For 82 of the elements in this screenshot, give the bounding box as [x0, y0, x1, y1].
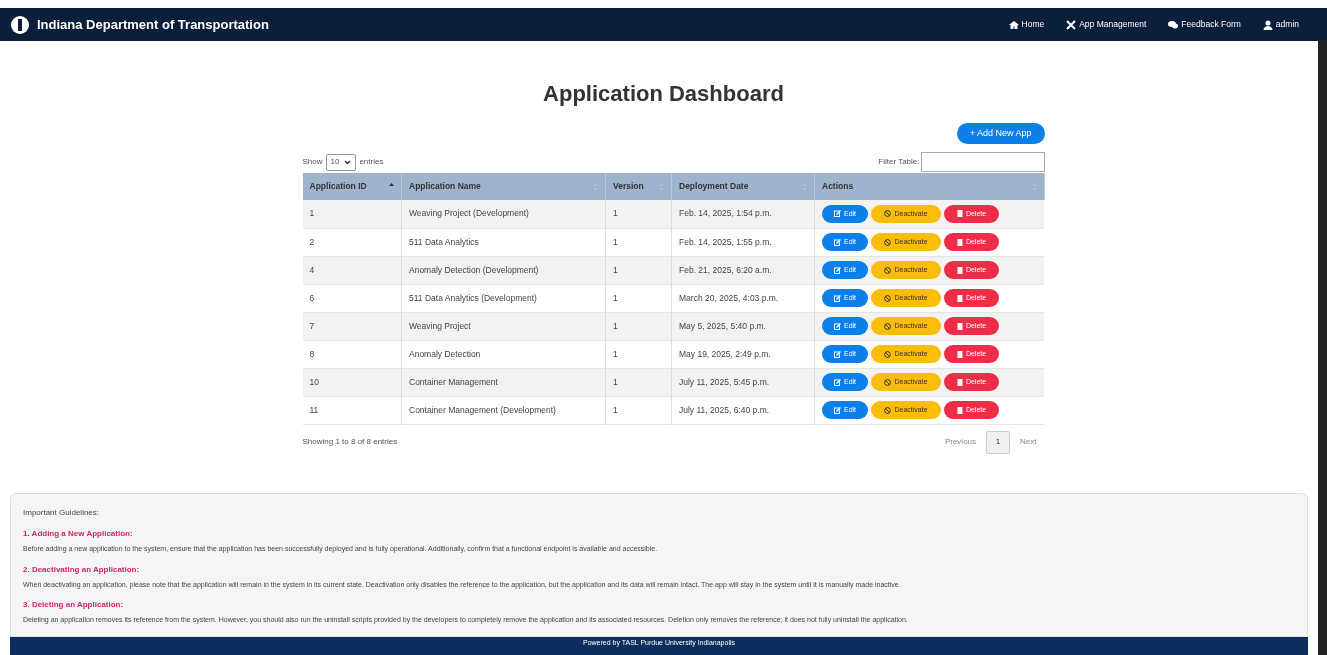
edit-icon — [833, 378, 841, 386]
show-label: Show — [302, 156, 323, 168]
edit-icon — [833, 210, 841, 218]
nav-link[interactable]: admin — [1262, 18, 1299, 31]
table-cell: Feb. 14, 2025, 1:55 p.m. — [671, 228, 815, 256]
filter-field[interactable] — [920, 152, 1045, 172]
table-cell: 10 — [302, 368, 402, 396]
delete-icon — [956, 266, 963, 274]
delete-icon — [956, 294, 963, 302]
delete-icon — [956, 322, 963, 330]
deactivate-icon — [884, 322, 892, 330]
table-cell: Anomaly Detection (Development) — [401, 256, 606, 284]
section-heading: 1. Adding a New Application: — [23, 528, 134, 540]
edit-icon — [833, 294, 841, 302]
table-cell: 1 — [302, 200, 402, 228]
table-cell: May 5, 2025, 5:40 p.m. — [671, 312, 815, 340]
table-cell: Feb. 14, 2025, 1:54 p.m. — [671, 200, 815, 228]
table-cell: 7 — [302, 312, 402, 340]
user-icon — [1262, 19, 1273, 30]
edit-icon — [833, 406, 841, 414]
table-cell: Feb. 21, 2025, 6:20 a.m. — [671, 256, 815, 284]
delete-icon — [956, 238, 963, 246]
entries-select[interactable]: 10 — [325, 153, 357, 171]
table-cell: 1 — [605, 256, 672, 284]
table-cell: 1 — [605, 312, 672, 340]
table-cell: 511 Data Analytics (Development) — [401, 284, 606, 312]
filter-label: Filter Table: — [878, 156, 920, 168]
table-cell: 1 — [605, 340, 672, 368]
add-app-button[interactable]: + Add New App — [956, 123, 1045, 144]
table-cell: 4 — [302, 256, 402, 284]
guidelines-title: Important Guidelines: — [23, 507, 101, 519]
delete-icon — [956, 210, 963, 218]
brand-title[interactable]: Indiana Department of Transportation — [37, 14, 269, 35]
entries-label: entries — [359, 156, 384, 168]
nav-link[interactable]: Feedback Form — [1168, 18, 1241, 31]
edit-icon — [833, 238, 841, 246]
table-cell: 1 — [605, 368, 672, 396]
table-cell: July 11, 2025, 6:40 p.m. — [671, 396, 815, 424]
table-cell: 6 — [302, 284, 402, 312]
table-cell: March 20, 2025, 4:03 p.m. — [671, 284, 815, 312]
deactivate-icon — [884, 294, 892, 302]
delete-icon — [956, 378, 963, 386]
edit-icon — [833, 266, 841, 274]
deactivate-icon — [884, 350, 892, 358]
table-cell: Weaving Project — [401, 312, 606, 340]
table-cell: 1 — [605, 284, 672, 312]
nav-link[interactable]: Home — [1008, 18, 1045, 31]
deactivate-icon — [884, 210, 892, 218]
chat-icon — [1168, 19, 1179, 30]
table-cell: Anomaly Detection — [401, 340, 606, 368]
edit-icon — [833, 350, 841, 358]
table-cell: 1 — [605, 228, 672, 256]
table-cell: 2 — [302, 228, 402, 256]
logo-icon — [10, 14, 30, 35]
deactivate-icon — [884, 406, 892, 414]
edit-icon — [833, 322, 841, 330]
table-cell: Container Management (Development) — [401, 396, 606, 424]
chevron-down-icon — [344, 159, 352, 165]
tools-icon — [1066, 19, 1077, 30]
home-icon — [1008, 19, 1019, 30]
table-cell: Weaving Project (Development) — [401, 200, 606, 228]
page-button[interactable]: 1 — [986, 430, 1011, 454]
table-cell: May 19, 2025, 2:49 p.m. — [671, 340, 815, 368]
next-link[interactable]: Next — [1020, 436, 1037, 448]
previous-link[interactable]: Previous — [944, 436, 977, 448]
section-heading: 2. Deactivating an Application: — [23, 563, 141, 576]
delete-icon — [956, 406, 963, 414]
deactivate-icon — [884, 378, 892, 386]
table-cell: 511 Data Analytics — [401, 228, 606, 256]
page-title: Application Dashboard — [543, 80, 784, 108]
nav-link[interactable]: App Management — [1066, 18, 1147, 31]
table-cell: 1 — [605, 396, 672, 424]
deactivate-icon — [884, 266, 892, 274]
section-heading: 3. Deleting an Application: — [23, 599, 125, 611]
table-cell: 8 — [302, 340, 402, 368]
table-cell: 11 — [302, 396, 402, 424]
delete-icon — [956, 350, 963, 358]
table-cell: Container Management — [401, 368, 606, 396]
table-cell: July 11, 2025, 5:45 p.m. — [671, 368, 815, 396]
entries-info: Showing 1 to 8 of 8 entries — [302, 436, 398, 448]
table-cell: 1 — [605, 200, 672, 228]
deactivate-icon — [884, 238, 892, 246]
